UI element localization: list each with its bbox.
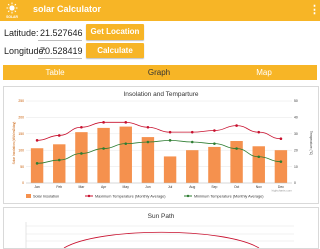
bar-solar-insolation — [141, 137, 155, 183]
point-max-temp — [168, 130, 172, 134]
x-tick-label: Nov — [256, 185, 262, 189]
insolation-chart: Insolation and Temparture Solar Insolati… — [12, 91, 313, 199]
solar-logo-icon: SOLAR — [6, 2, 18, 19]
bar-solar-insolation — [97, 127, 110, 183]
point-min-temp — [213, 142, 216, 145]
latitude-input[interactable]: 21.527646 — [40, 28, 83, 38]
bar-solar-insolation — [30, 148, 44, 183]
x-tick-label: Jun — [145, 185, 151, 189]
y-right-tick-label: 50 — [294, 99, 298, 103]
point-max-temp — [190, 130, 194, 134]
tab-map[interactable]: Map — [211, 65, 317, 80]
sun-path-chart: Sun Path — [25, 213, 294, 248]
x-tick-label: May — [123, 185, 130, 189]
point-min-temp — [124, 142, 128, 145]
chart-credit: highcharts.com — [272, 189, 293, 193]
x-tick-label: Sep — [211, 185, 217, 189]
logo-text: SOLAR — [6, 15, 18, 19]
point-min-temp — [190, 140, 194, 144]
point-max-temp — [213, 129, 216, 132]
y-right-tick-label: 40 — [294, 116, 298, 120]
point-max-temp — [235, 124, 238, 127]
legend-max-temp[interactable]: Maximum Temperature (Monthly Average) — [95, 195, 166, 199]
point-min-temp — [146, 140, 150, 144]
y-left-tick-label: 0 — [22, 181, 24, 185]
x-tick-label: Jul — [168, 185, 173, 189]
bar-solar-insolation — [163, 156, 177, 183]
insolation-chart-card: Insolation and Temparture Solar Insolati… — [3, 86, 319, 204]
point-min-temp — [257, 155, 261, 159]
bar-solar-insolation — [252, 146, 265, 183]
x-tick-label: Jan — [34, 185, 40, 189]
y-left-tick-label: 200 — [18, 116, 24, 120]
legend-min-temp[interactable]: Minimum Temperature (Monthly Average) — [194, 195, 264, 199]
bar-solar-insolation — [208, 146, 221, 183]
legend-marker-max-temp — [87, 194, 91, 198]
point-max-temp — [80, 125, 83, 129]
y-right-tick-label: 30 — [294, 132, 298, 136]
y-axis-right-label: Temperature (°C) — [309, 131, 313, 155]
legend-marker-min-temp — [186, 194, 190, 198]
bar-solar-insolation — [75, 132, 88, 183]
y-left-tick-label: 250 — [18, 99, 24, 103]
legend-insolation[interactable]: Solar Insolation — [33, 195, 59, 199]
sun-path-title: Sun Path — [148, 213, 175, 220]
y-left-tick-label: 100 — [18, 148, 24, 152]
point-max-temp — [35, 139, 39, 142]
calculate-button[interactable]: Calculate — [86, 43, 144, 58]
point-min-temp — [279, 160, 283, 163]
point-max-temp — [257, 130, 261, 134]
x-tick-label: Mar — [78, 185, 85, 189]
point-max-temp — [57, 134, 61, 137]
point-max-temp — [124, 121, 128, 124]
x-tick-label: Oct — [234, 185, 239, 189]
tab-table[interactable]: Table — [3, 65, 107, 80]
app-bar: SOLAR solar Calculator ⋮ — [0, 0, 320, 21]
y-right-tick-label: 10 — [294, 165, 298, 169]
more-vertical-icon[interactable]: ⋮ — [309, 3, 320, 17]
bar-solar-insolation — [186, 150, 199, 183]
chart-title: Insolation and Temparture — [123, 91, 198, 98]
app-title: solar Calculator — [33, 4, 102, 14]
y-left-tick-label: 50 — [20, 165, 24, 169]
point-min-temp — [102, 147, 105, 150]
line-min-temp — [37, 139, 281, 164]
point-max-temp — [146, 125, 150, 129]
latitude-label: Latitude: — [4, 28, 39, 38]
tab-bar: Table Graph Map — [3, 65, 317, 80]
sun-path-chart-card: Sun Path — [3, 207, 319, 249]
longitude-underline — [38, 58, 82, 59]
x-tick-label: Aug — [189, 185, 195, 189]
sun-path-curve — [63, 231, 260, 248]
y-axis-left-label: Solar Insolation (kWh/m2/day) — [12, 122, 16, 165]
point-min-temp — [35, 162, 39, 165]
bar-solar-insolation — [274, 150, 288, 183]
point-min-temp — [80, 152, 83, 155]
point-min-temp — [235, 147, 238, 150]
x-tick-label: Apr — [101, 185, 107, 189]
y-right-tick-label: 20 — [294, 148, 298, 152]
bar-solar-insolation — [119, 126, 132, 183]
bar-solar-insolation — [53, 144, 66, 183]
x-tick-label: Feb — [56, 185, 62, 189]
line-max-temp — [37, 121, 281, 141]
legend-swatch-insolation — [26, 194, 31, 198]
tab-graph[interactable]: Graph — [107, 65, 211, 80]
point-min-temp — [57, 158, 61, 162]
y-left-tick-label: 150 — [18, 132, 24, 136]
longitude-input[interactable]: 70.528419 — [40, 46, 83, 56]
get-location-button[interactable]: Get Location — [86, 24, 144, 40]
point-max-temp — [102, 121, 105, 124]
latitude-underline — [38, 40, 82, 41]
point-max-temp — [279, 137, 283, 141]
point-min-temp — [168, 139, 172, 142]
y-right-tick-label: 0 — [294, 181, 296, 185]
